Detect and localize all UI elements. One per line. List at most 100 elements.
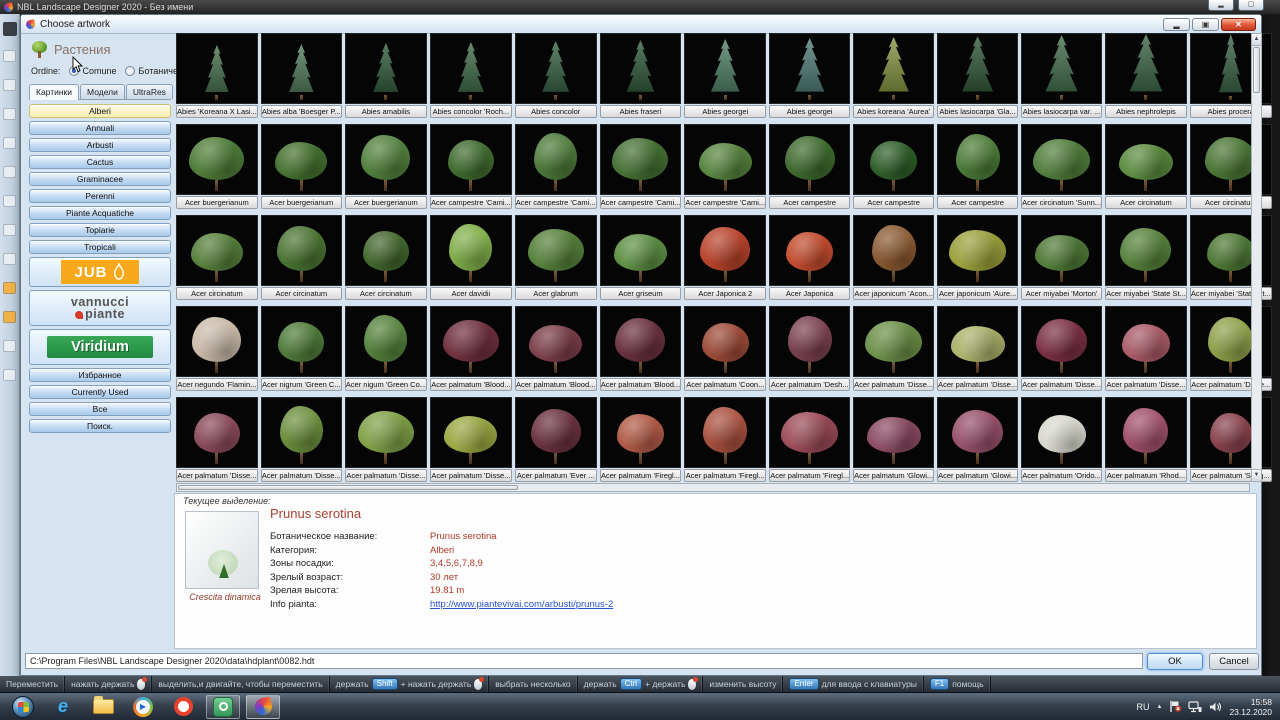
selection-thumbnail[interactable] <box>185 511 259 589</box>
plant-thumbnail[interactable]: Acer palmatum 'Coon... <box>684 306 766 391</box>
tab-pictures[interactable]: Картинки <box>29 84 79 100</box>
taskbar-item-opera[interactable] <box>166 695 200 719</box>
background-tool-icon-3[interactable] <box>3 108 16 120</box>
scrollbar-thumb[interactable] <box>1253 47 1260 93</box>
radio-botanical[interactable] <box>125 66 135 76</box>
plant-thumbnail[interactable]: Acer glabrum <box>515 215 597 300</box>
sidebar-button-поиск[interactable]: Поиск. <box>29 419 171 433</box>
language-indicator[interactable]: RU <box>1137 702 1150 712</box>
plant-thumbnail[interactable]: Acer negundo 'Flamin... <box>176 306 258 391</box>
plant-thumbnail[interactable]: Acer palmatum 'Desh... <box>769 306 850 391</box>
plant-thumbnail[interactable]: Acer miyabei 'Morton' <box>1021 215 1102 300</box>
main-maximize-button[interactable]: ▢ <box>1238 0 1264 11</box>
plant-thumbnail[interactable]: Acer palmatum 'Disse... <box>345 397 427 482</box>
plant-thumbnail[interactable]: Acer palmatum 'Disse... <box>853 306 934 391</box>
dialog-titlebar[interactable]: Choose artwork ▂ ▣ ✕ <box>21 15 1261 34</box>
plant-thumbnail[interactable]: Acer palmatum 'Ever ... <box>515 397 597 482</box>
plant-thumbnail[interactable]: Acer campestre 'Cami... <box>600 124 682 209</box>
plant-thumbnail[interactable]: Acer Japonica 2 <box>684 215 766 300</box>
plant-thumbnail[interactable]: Abies georgei <box>684 33 766 118</box>
background-tool-icon-12[interactable] <box>3 369 16 381</box>
speaker-icon[interactable] <box>1209 701 1222 713</box>
vendor-button-viridium[interactable]: Viridium <box>29 329 171 365</box>
background-tool-icon[interactable] <box>3 22 17 36</box>
category-button-piante-acquatiche[interactable]: Piante Acquatiche <box>29 206 171 220</box>
plant-thumbnail[interactable]: Abies concolor 'Roch... <box>430 33 512 118</box>
vertical-scrollbar[interactable]: ▲ ▼ <box>1251 33 1262 482</box>
horizontal-scrollbar-thumb[interactable] <box>178 485 518 490</box>
tab-models[interactable]: Модели <box>80 84 125 99</box>
dialog-maximize-button[interactable]: ▣ <box>1192 18 1219 31</box>
category-button-topiarie[interactable]: Topiarie <box>29 223 171 237</box>
plant-thumbnail[interactable]: Acer palmatum 'Glowi... <box>853 397 934 482</box>
plant-thumbnail[interactable]: Acer campestre <box>769 124 850 209</box>
network-icon[interactable] <box>1188 701 1202 713</box>
start-button[interactable] <box>6 695 40 719</box>
plant-thumbnail[interactable]: Acer palmatum 'Disse... <box>261 397 342 482</box>
plant-thumbnail[interactable]: Abies fraseri <box>600 33 682 118</box>
horizontal-scrollbar[interactable] <box>176 483 1250 492</box>
background-tool-icon-9[interactable] <box>3 282 16 294</box>
clock[interactable]: 15:58 23.12.2020 <box>1229 697 1272 717</box>
background-tool-icon-2[interactable] <box>3 79 16 91</box>
category-button-arbusti[interactable]: Arbusti <box>29 138 171 152</box>
plant-thumbnail[interactable]: Acer circinatum <box>1105 124 1187 209</box>
plant-thumbnail[interactable]: Acer campestre <box>937 124 1018 209</box>
sidebar-button-избранное[interactable]: Избранное <box>29 368 171 382</box>
taskbar-item-screen-recorder[interactable] <box>206 695 240 719</box>
scroll-up-button[interactable]: ▲ <box>1252 34 1261 46</box>
category-button-cactus[interactable]: Cactus <box>29 155 171 169</box>
plant-thumbnail[interactable]: Acer campestre <box>853 124 934 209</box>
sidebar-button-все[interactable]: Все <box>29 402 171 416</box>
plant-thumbnail[interactable]: Acer palmatum 'Rhod... <box>1105 397 1187 482</box>
dialog-minimize-button[interactable]: ▂ <box>1163 18 1190 31</box>
plant-thumbnail[interactable]: Acer circinatum 'Sunn... <box>1021 124 1102 209</box>
plant-thumbnail[interactable]: Abies koreana 'Aurea' <box>853 33 934 118</box>
plant-thumbnail[interactable]: Abies concolor <box>515 33 597 118</box>
dialog-close-button[interactable]: ✕ <box>1221 18 1256 31</box>
plant-thumbnail[interactable]: Acer griseum <box>600 215 682 300</box>
plant-thumbnail[interactable]: Acer japonicum 'Acon... <box>853 215 934 300</box>
category-button-annuali[interactable]: Annuali <box>29 121 171 135</box>
category-button-graminacee[interactable]: Graminacee <box>29 172 171 186</box>
plant-thumbnail[interactable]: Acer miyabei 'State St... <box>1105 215 1187 300</box>
plant-thumbnail[interactable]: Acer buergerianum <box>261 124 342 209</box>
plant-thumbnail[interactable]: Acer palmatum 'Blood... <box>600 306 682 391</box>
background-tool-icon-10[interactable] <box>3 311 16 323</box>
background-tool-icon-4[interactable] <box>3 137 16 149</box>
category-button-perenni[interactable]: Perenni <box>29 189 171 203</box>
plant-thumbnail[interactable]: Abies amabilis <box>345 33 427 118</box>
plant-thumbnail[interactable]: Acer buergerianum <box>176 124 258 209</box>
plant-thumbnail[interactable]: Acer palmatum 'Disse... <box>1105 306 1187 391</box>
main-minimize-button[interactable]: ▂ <box>1208 0 1234 11</box>
plant-thumbnail[interactable]: Acer circinatum <box>345 215 427 300</box>
vendor-button-vannucci[interactable]: vannucci piante <box>29 290 171 326</box>
plant-thumbnail[interactable]: Acer campestre 'Cami... <box>430 124 512 209</box>
taskbar-item-file-explorer[interactable] <box>86 695 120 719</box>
plant-thumbnail[interactable]: Abies lasiocarpa var. ... <box>1021 33 1102 118</box>
ok-button[interactable]: OK <box>1147 653 1203 670</box>
plant-thumbnail[interactable]: Acer buergerianum <box>345 124 427 209</box>
scroll-down-button[interactable]: ▼ <box>1252 469 1261 481</box>
plant-thumbnail[interactable]: Acer palmatum 'Orido... <box>1021 397 1102 482</box>
info-link[interactable]: http://www.piantevivai.com/arbusti/prunu… <box>430 599 613 610</box>
plant-thumbnail[interactable]: Acer palmatum 'Firegl... <box>684 397 766 482</box>
plant-thumbnail[interactable]: Acer campestre 'Cami... <box>684 124 766 209</box>
plant-thumbnail[interactable]: Acer palmatum 'Disse... <box>1021 306 1102 391</box>
category-button-tropicali[interactable]: Tropicali <box>29 240 171 254</box>
plant-thumbnail[interactable]: Acer palmatum 'Disse... <box>176 397 258 482</box>
plant-thumbnail[interactable]: Acer Japonica <box>769 215 850 300</box>
cancel-button[interactable]: Cancel <box>1209 653 1259 670</box>
plant-thumbnail[interactable]: Acer circinatum <box>176 215 258 300</box>
plant-thumbnail[interactable]: Acer japonicum 'Aure... <box>937 215 1018 300</box>
plant-thumbnail[interactable]: Acer palmatum 'Firegl... <box>600 397 682 482</box>
vendor-button-jub[interactable]: JUB <box>29 257 171 287</box>
background-tool-icon-7[interactable] <box>3 224 16 236</box>
plant-thumbnail[interactable]: Acer nigrum 'Green C... <box>261 306 342 391</box>
plant-thumbnail[interactable]: Acer palmatum 'Blood... <box>430 306 512 391</box>
taskbar-item-media-player[interactable]: ▶ <box>126 695 160 719</box>
background-tool-icon-5[interactable] <box>3 166 16 178</box>
plant-thumbnail[interactable]: Acer palmatum 'Firegl... <box>769 397 850 482</box>
taskbar-item-nbl-designer[interactable] <box>246 695 280 719</box>
plant-thumbnail[interactable]: Acer nigum 'Green Co... <box>345 306 427 391</box>
